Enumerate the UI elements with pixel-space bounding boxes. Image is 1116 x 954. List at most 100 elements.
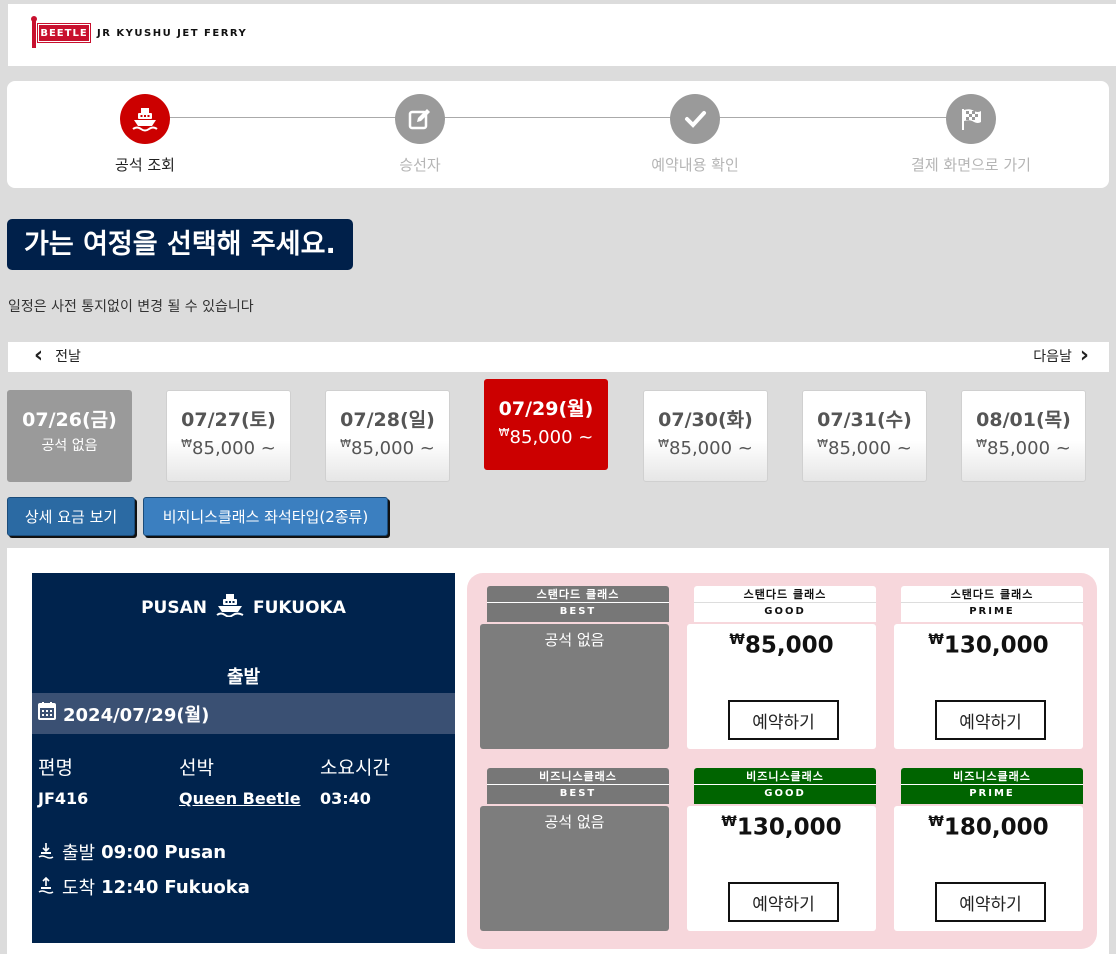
date-label: 07/30(화): [658, 409, 753, 431]
date-card-0728[interactable]: 07/28(일) ₩85,000 ~: [325, 390, 450, 482]
site-header: BEETLE JR KYUSHU JET FERRY: [8, 4, 1116, 66]
fare-body: ₩180,000 예약하기: [894, 806, 1083, 931]
fare-business-prime: 비즈니스클래스 PRIME ₩180,000 예약하기: [894, 768, 1083, 931]
fare-body: ₩130,000 예약하기: [894, 624, 1083, 749]
voyage-panel: PUSAN FUKUOKA 출발 2024/07/29(월) 편명 선박 소요시…: [32, 573, 455, 943]
date-label: 07/26(금): [22, 409, 117, 431]
date-min-price: ₩85,000 ~: [817, 437, 912, 459]
fare-business-best: 비즈니스클래스 BEST 공석 없음: [480, 768, 669, 931]
date-min-price: ₩85,000 ~: [498, 426, 594, 448]
voyage-date: 2024/07/29(월): [63, 704, 210, 726]
date-min-price: ₩85,000 ~: [976, 437, 1071, 459]
fare-tab: 비즈니스클래스 PRIME: [901, 768, 1083, 804]
step-confirm: 예약내용 확인: [595, 94, 795, 175]
edit-icon: [395, 94, 445, 144]
arrival-time: 12:40: [101, 876, 159, 898]
arrival-port: Fukuoka: [164, 876, 250, 898]
reserve-button[interactable]: 예약하기: [728, 700, 839, 740]
calendar-icon: [37, 701, 57, 726]
day-navigation: ‹ 전날 다음날 ›: [8, 342, 1109, 372]
voyage-date-row: 2024/07/29(월): [32, 693, 455, 734]
route-title: PUSAN FUKUOKA: [32, 593, 455, 622]
check-icon: [670, 94, 720, 144]
ship-name-link[interactable]: Queen Beetle: [179, 789, 301, 808]
direction-label: 출발: [226, 667, 261, 688]
progress-steps: 공석 조회 승선자 예약내용 확인 결제 화면으로 가기: [7, 81, 1109, 188]
date-label: 08/01(목): [976, 409, 1071, 431]
fare-business-good: 비즈니스클래스 GOOD ₩130,000 예약하기: [687, 768, 876, 931]
date-min-price: ₩85,000 ~: [181, 437, 276, 459]
sold-out-text: 공석 없음: [544, 631, 605, 649]
fare-tab: 스탠다드 클래스 BEST: [487, 586, 669, 622]
step-label: 예약내용 확인: [651, 156, 739, 174]
reserve-button[interactable]: 예약하기: [935, 700, 1046, 740]
ship-icon: [215, 593, 245, 622]
step-label: 결제 화면으로 가기: [911, 156, 1031, 174]
date-card-0731[interactable]: 07/31(수) ₩85,000 ~: [802, 390, 927, 482]
date-card-0730[interactable]: 07/30(화) ₩85,000 ~: [643, 390, 768, 482]
fares-panel: 스탠다드 클래스 BEST 공석 없음 스탠다드 클래스 GOOD ₩85,00…: [467, 573, 1097, 949]
date-label: 07/28(일): [340, 409, 435, 431]
date-min-price: ₩85,000 ~: [340, 437, 435, 459]
ship-icon: [120, 94, 170, 144]
fare-body-soldout: 공석 없음: [480, 806, 669, 931]
date-label: 07/31(수): [817, 409, 912, 431]
duration-value: 03:40: [320, 789, 371, 808]
duration-header: 소요시간: [320, 757, 390, 779]
departure-port: Pusan: [164, 841, 227, 863]
fare-detail-button[interactable]: 상세 요금 보기: [7, 497, 135, 536]
date-card-0729-selected[interactable]: 07/29(월) ₩85,000 ~: [484, 379, 608, 470]
next-day-label: 다음날: [1033, 349, 1072, 365]
prev-day-label: 전날: [55, 349, 81, 365]
date-card-0726[interactable]: 07/26(금) 공석 없음: [7, 390, 132, 482]
arrival-icon: [38, 876, 54, 899]
fare-body-soldout: 공석 없음: [480, 624, 669, 749]
sold-out-text: 공석 없음: [544, 813, 605, 831]
flag-logo-icon: BEETLE: [31, 16, 91, 48]
origin-port: PUSAN: [141, 597, 207, 618]
date-card-0801[interactable]: 08/01(목) ₩85,000 ~: [961, 390, 1086, 482]
departure-time: 09:00: [101, 841, 159, 863]
date-min-price: ₩85,000 ~: [658, 437, 753, 459]
logo-badge: BEETLE: [37, 23, 91, 43]
step-payment: 결제 화면으로 가기: [871, 94, 1071, 175]
date-label: 07/27(토): [181, 409, 276, 431]
date-availability: 공석 없음: [41, 438, 98, 454]
fare-standard-best: 스탠다드 클래스 BEST 공석 없음: [480, 586, 669, 749]
flight-header: 편명: [38, 757, 73, 779]
flight-number: JF416: [38, 789, 89, 808]
steps-connector: [151, 117, 971, 118]
date-card-0727[interactable]: 07/27(토) ₩85,000 ~: [166, 390, 291, 482]
reserve-button[interactable]: 예약하기: [728, 882, 839, 922]
arrival-row: 도착 12:40 Fukuoka: [38, 874, 250, 900]
fare-tab: 비즈니스클래스 GOOD: [694, 768, 876, 804]
departure-icon: [38, 841, 54, 864]
checkered-flag-icon: [946, 94, 996, 144]
step-label: 공석 조회: [115, 156, 175, 174]
page-title: 가는 여정을 선택해 주세요.: [7, 219, 353, 270]
chevron-left-icon: ‹: [34, 343, 44, 368]
reserve-button[interactable]: 예약하기: [935, 882, 1046, 922]
fare-price: ₩130,000: [928, 632, 1049, 659]
next-day-button[interactable]: 다음날 ›: [1033, 343, 1089, 368]
beetle-logo[interactable]: BEETLE JR KYUSHU JET FERRY: [31, 16, 248, 48]
fare-body: ₩130,000 예약하기: [687, 806, 876, 931]
fare-tab: 스탠다드 클래스 GOOD: [694, 586, 876, 622]
logo-text: JR KYUSHU JET FERRY: [97, 27, 248, 39]
destination-port: FUKUOKA: [253, 597, 346, 618]
step-passengers: 승선자: [320, 94, 520, 175]
arrival-label: 도착: [62, 878, 96, 899]
fare-tab: 비즈니스클래스 BEST: [487, 768, 669, 804]
business-seat-types-button[interactable]: 비지니스클래스 좌석타입(2종류): [143, 497, 388, 536]
fare-price: ₩130,000: [721, 814, 842, 841]
prev-day-button[interactable]: ‹ 전날: [34, 343, 81, 368]
fare-tab: 스탠다드 클래스 PRIME: [901, 586, 1083, 622]
fare-body: ₩85,000 예약하기: [687, 624, 876, 749]
schedule-notice: 일정은 사전 통지없이 변경 될 수 있습니다: [8, 299, 254, 315]
fare-price: ₩180,000: [928, 814, 1049, 841]
fare-price: ₩85,000: [729, 632, 834, 659]
departure-row: 출발 09:00 Pusan: [38, 839, 226, 865]
fare-standard-prime: 스탠다드 클래스 PRIME ₩130,000 예약하기: [894, 586, 1083, 749]
chevron-right-icon: ›: [1079, 343, 1089, 368]
fare-standard-good: 스탠다드 클래스 GOOD ₩85,000 예약하기: [687, 586, 876, 749]
